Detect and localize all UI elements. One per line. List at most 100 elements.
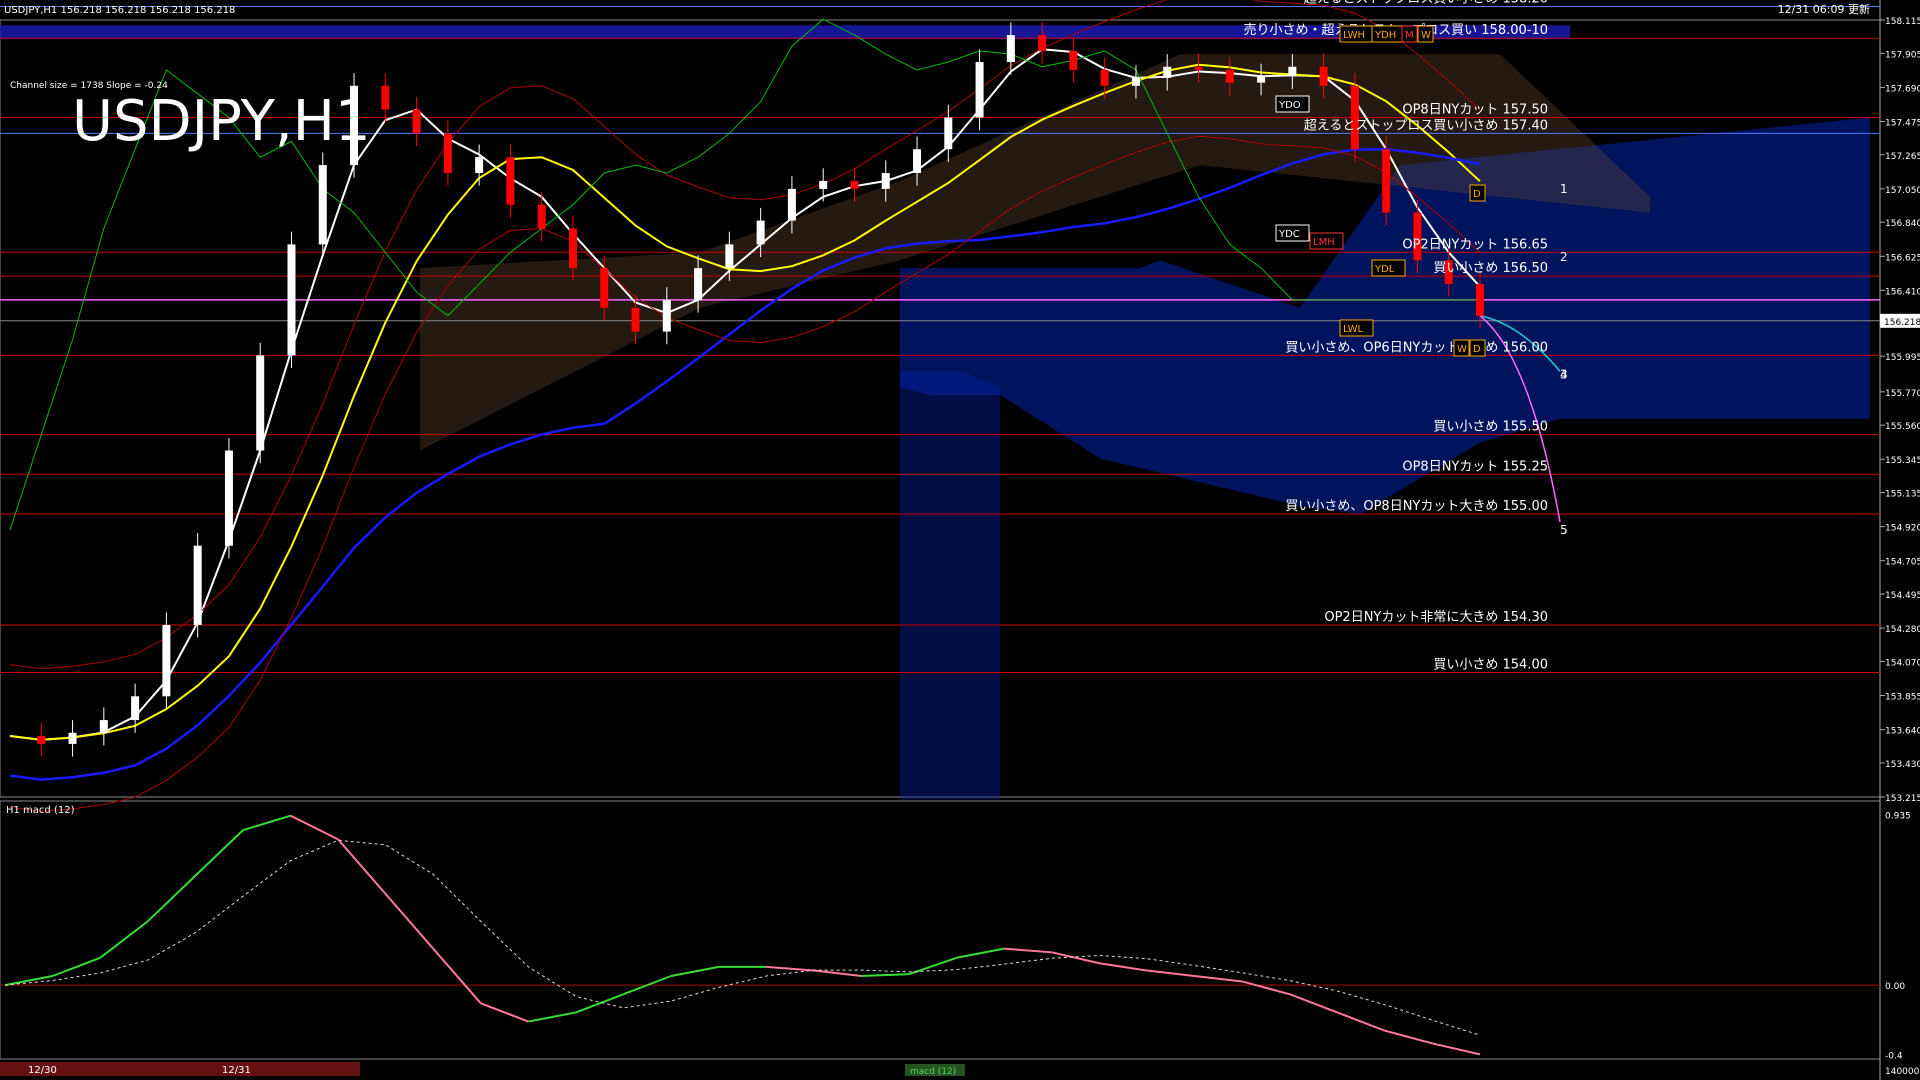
macd-segment xyxy=(528,1011,577,1023)
axis-tick-label: 157.905 xyxy=(1885,50,1920,60)
level-label: 買い小さめ 156.50 xyxy=(1433,261,1548,276)
level-label: OP2日NYカット非常に大きめ 154.30 xyxy=(1324,610,1548,625)
axis-tick-label: 155.560 xyxy=(1885,422,1920,432)
candle-body xyxy=(1038,35,1047,51)
macd-segment xyxy=(1099,962,1148,972)
candle-body xyxy=(1194,66,1203,70)
macd-segment xyxy=(52,956,101,977)
axis-tick-label: 154.705 xyxy=(1885,558,1920,568)
axis-tick-label: 154.280 xyxy=(1885,625,1920,635)
axis-tick-label: 157.475 xyxy=(1885,118,1920,128)
time-label: 12/31 xyxy=(222,1065,251,1076)
marker-lwl-label: LWL xyxy=(1343,324,1364,335)
candle-body xyxy=(1131,77,1140,86)
candle-body xyxy=(787,188,796,221)
level-label: 買い小さめ、OP8日NYカット大きめ 155.00 xyxy=(1285,499,1548,514)
macd-segment xyxy=(575,993,624,1014)
marker-ydl-label: YDL xyxy=(1374,264,1395,275)
macd-segment xyxy=(4,975,53,987)
macd-segment xyxy=(1336,1011,1386,1032)
candle-body xyxy=(725,244,734,269)
axis-tick-label: 153.430 xyxy=(1885,760,1920,770)
axis-tick-label: 154.070 xyxy=(1885,658,1920,668)
macd-segment xyxy=(242,814,291,832)
candle-body xyxy=(1006,35,1015,63)
marker-ydo-label: YDO xyxy=(1278,100,1301,111)
axis-tick-label: 154.920 xyxy=(1885,524,1920,534)
candle-body xyxy=(68,732,77,744)
marker-lwh-label: LWH xyxy=(1343,30,1365,41)
candle-body xyxy=(881,173,890,189)
candle-body xyxy=(475,157,484,174)
candle-body xyxy=(1257,76,1266,83)
candle-body xyxy=(694,268,703,300)
candle-body xyxy=(412,109,421,134)
candle-body xyxy=(913,149,922,174)
candle-body xyxy=(131,696,140,721)
candle-body xyxy=(193,545,202,625)
projection-label: 4 xyxy=(1560,367,1568,381)
projection-label: 2 xyxy=(1560,250,1568,264)
candle-body xyxy=(568,228,577,269)
axis-tick-label: 156.625 xyxy=(1885,253,1920,263)
candle-body xyxy=(37,735,46,744)
macd-tick-label: 0.00 xyxy=(1885,982,1905,992)
axis-tick-label: 157.050 xyxy=(1885,186,1920,196)
macd-frame xyxy=(0,800,1881,1060)
macd-segment xyxy=(99,920,149,959)
macd-bottom-value: 140000 xyxy=(1885,1067,1920,1077)
macd-segment xyxy=(194,829,244,877)
level-label: OP8日NYカット 155.25 xyxy=(1402,459,1548,474)
macd-segment xyxy=(670,965,719,977)
candle-body xyxy=(975,62,984,118)
candle-body xyxy=(537,204,546,229)
candle-body xyxy=(756,220,765,245)
marker-d2-label: D xyxy=(1473,344,1481,355)
macd-panel: 0.935 0.00 -0.4 140000 macd (12) xyxy=(0,812,1920,1077)
macd-segment xyxy=(956,947,1005,959)
marker-ydh-label: YDH xyxy=(1374,30,1396,41)
macd-segment xyxy=(290,814,339,841)
macd-segment xyxy=(1146,969,1195,977)
macd-segment xyxy=(813,969,862,977)
marker-d-label: D xyxy=(1473,189,1481,200)
marker-m-label: M xyxy=(1405,30,1414,41)
axis-tick-label: 156.410 xyxy=(1885,287,1920,297)
candle-body xyxy=(819,180,828,189)
level-label: 買い小さめ 155.50 xyxy=(1433,420,1548,435)
candle-body xyxy=(850,180,859,189)
macd-badge: macd (12) xyxy=(910,1067,956,1077)
candle-body xyxy=(287,244,296,356)
macd-segment xyxy=(384,893,434,950)
axis-tick-label: 158.115 xyxy=(1885,17,1920,27)
cloud-lower xyxy=(900,371,1000,800)
macd-segment xyxy=(861,973,910,977)
candle-body xyxy=(99,720,108,733)
macd-segment xyxy=(432,948,482,1004)
candle-body xyxy=(318,165,327,245)
level-label: OP8日NYカット 157.50 xyxy=(1402,103,1548,118)
candle-body xyxy=(1476,284,1484,316)
axis-tick-label: 157.690 xyxy=(1885,84,1920,94)
axis-tick-label: 155.770 xyxy=(1885,389,1920,399)
candle-body xyxy=(662,299,671,332)
axis-tick-label: 155.995 xyxy=(1885,353,1920,363)
candle-body xyxy=(1163,66,1172,78)
macd-segment xyxy=(1289,993,1338,1014)
axis-tick-label: 153.855 xyxy=(1885,693,1920,703)
candle-body xyxy=(1069,50,1078,70)
marker-lmh-label: LMH xyxy=(1313,237,1335,248)
candle-body xyxy=(1319,66,1328,86)
level-label: 買い小さめ、OP6日NYカット大きめ 156.00 xyxy=(1285,340,1548,355)
candle-body xyxy=(631,307,640,332)
candle-body xyxy=(944,117,953,150)
level-label: 買い小さめ 154.00 xyxy=(1433,658,1548,673)
axis-tick-label: 154.495 xyxy=(1885,591,1920,601)
macd-label: H1 macd (12) xyxy=(6,805,75,816)
level-label: 超えるとストップロス買い小さめ 157.40 xyxy=(1304,118,1548,133)
marker-w-label: W xyxy=(1421,30,1431,41)
marker-w2-label: W xyxy=(1457,344,1467,355)
time-label: 12/30 xyxy=(28,1065,57,1076)
projection-label: 1 xyxy=(1560,182,1568,196)
header-info: USDJPY,H1 156.218 156.218 156.218 156.21… xyxy=(4,5,235,16)
